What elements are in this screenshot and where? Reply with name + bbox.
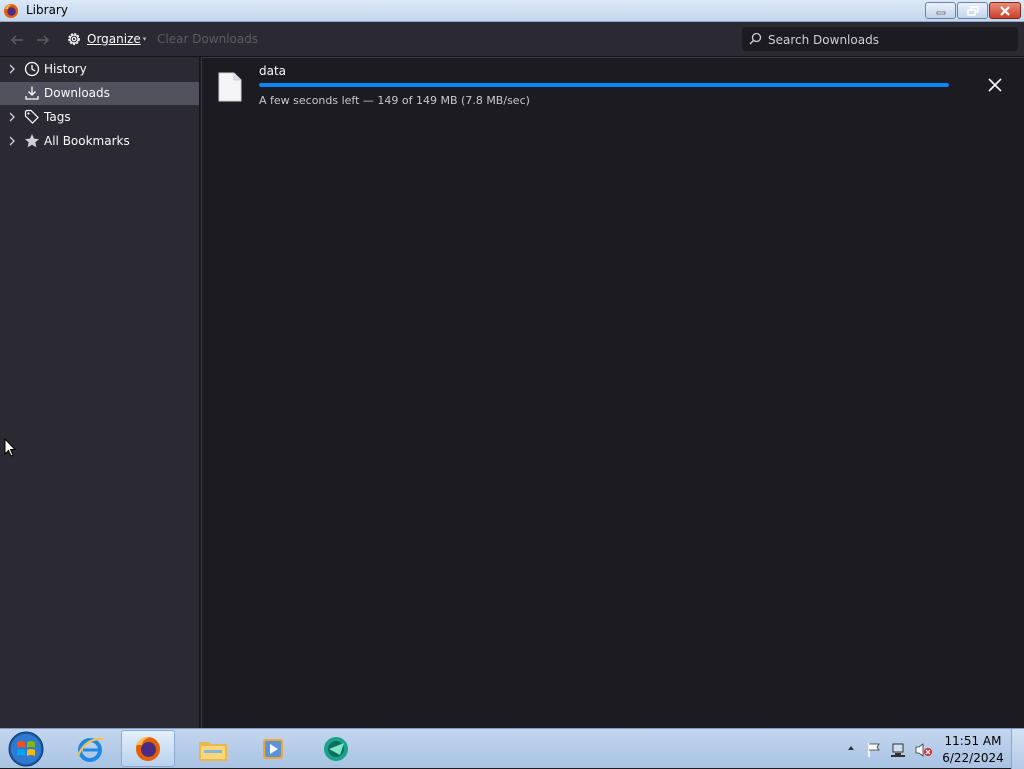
minimize-button[interactable] (925, 2, 956, 19)
restore-button[interactable] (957, 2, 988, 19)
speaker-muted-icon[interactable] (915, 742, 933, 758)
sidebar-item-all-bookmarks[interactable]: All Bookmarks (0, 130, 199, 153)
restore-icon (966, 5, 979, 16)
toolbar: Organize ▾ Clear Downloads (0, 22, 1024, 57)
flag-icon[interactable] (866, 742, 882, 758)
chevron-down-icon: ▾ (142, 35, 147, 43)
organize-label: Organize (87, 32, 141, 46)
cancel-download-icon[interactable] (987, 77, 1003, 93)
taskbar-clock[interactable]: 11:51 AM 6/22/2024 (940, 733, 1006, 767)
network-icon[interactable] (890, 742, 906, 758)
firefox-icon (136, 736, 160, 761)
mouse-cursor-icon (4, 438, 16, 457)
close-window-button[interactable] (989, 2, 1021, 19)
chevron-right-icon[interactable] (8, 136, 16, 146)
media-player-icon (263, 738, 283, 759)
organize-menu-button[interactable]: Organize ▾ (66, 31, 146, 47)
chevron-up-icon[interactable] (847, 744, 855, 752)
chevron-right-icon[interactable] (8, 112, 16, 122)
tag-icon (24, 109, 39, 124)
sidebar: History Downloads Tags All Bookmarks (0, 57, 200, 728)
taskbar-file-explorer[interactable] (186, 730, 240, 767)
download-status: A few seconds left — 149 of 149 MB (7.8 … (259, 94, 530, 107)
app-icon (324, 736, 348, 761)
sidebar-item-label: All Bookmarks (44, 134, 130, 148)
sidebar-item-label: History (44, 62, 87, 76)
taskbar-internet-explorer[interactable] (63, 730, 117, 767)
clock-icon (24, 61, 40, 77)
star-icon (25, 134, 39, 148)
chevron-right-icon[interactable] (8, 64, 16, 74)
taskbar: 11:51 AM 6/22/2024 (0, 728, 1024, 769)
search-icon (749, 32, 762, 45)
downloads-list: data A few seconds left — 149 of 149 MB … (201, 57, 1024, 728)
download-progress-fill (259, 83, 949, 87)
sidebar-item-downloads[interactable]: Downloads (0, 82, 199, 105)
taskbar-app[interactable] (309, 730, 363, 767)
sidebar-item-label: Tags (44, 110, 71, 124)
forward-arrow-icon[interactable] (35, 32, 51, 48)
taskbar-media-player[interactable] (246, 730, 300, 767)
gear-icon (68, 33, 80, 45)
minimize-icon (936, 11, 945, 14)
sidebar-item-tags[interactable]: Tags (0, 106, 199, 129)
close-icon (1000, 5, 1010, 16)
clear-downloads-button[interactable]: Clear Downloads (157, 32, 258, 46)
download-progress-bar (259, 83, 949, 87)
file-icon (218, 72, 242, 102)
download-filename: data (259, 64, 287, 78)
show-desktop-button[interactable] (1011, 729, 1024, 769)
sidebar-item-history[interactable]: History (0, 58, 199, 81)
title-bar: Library (0, 0, 1024, 22)
search-box (742, 27, 1018, 51)
download-icon (25, 86, 39, 100)
start-button-icon[interactable] (6, 730, 46, 768)
search-downloads-input[interactable] (766, 29, 1015, 51)
clock-date: 6/22/2024 (942, 751, 1004, 765)
taskbar-firefox[interactable] (121, 730, 175, 767)
file-explorer-icon (199, 741, 227, 761)
sidebar-item-label: Downloads (44, 86, 110, 100)
back-arrow-icon[interactable] (9, 32, 25, 48)
window-title: Library (26, 3, 68, 17)
internet-explorer-icon (76, 737, 104, 762)
clock-time: 11:51 AM (944, 734, 1002, 748)
firefox-icon (4, 4, 18, 18)
download-item[interactable]: data A few seconds left — 149 of 149 MB … (202, 58, 1023, 118)
